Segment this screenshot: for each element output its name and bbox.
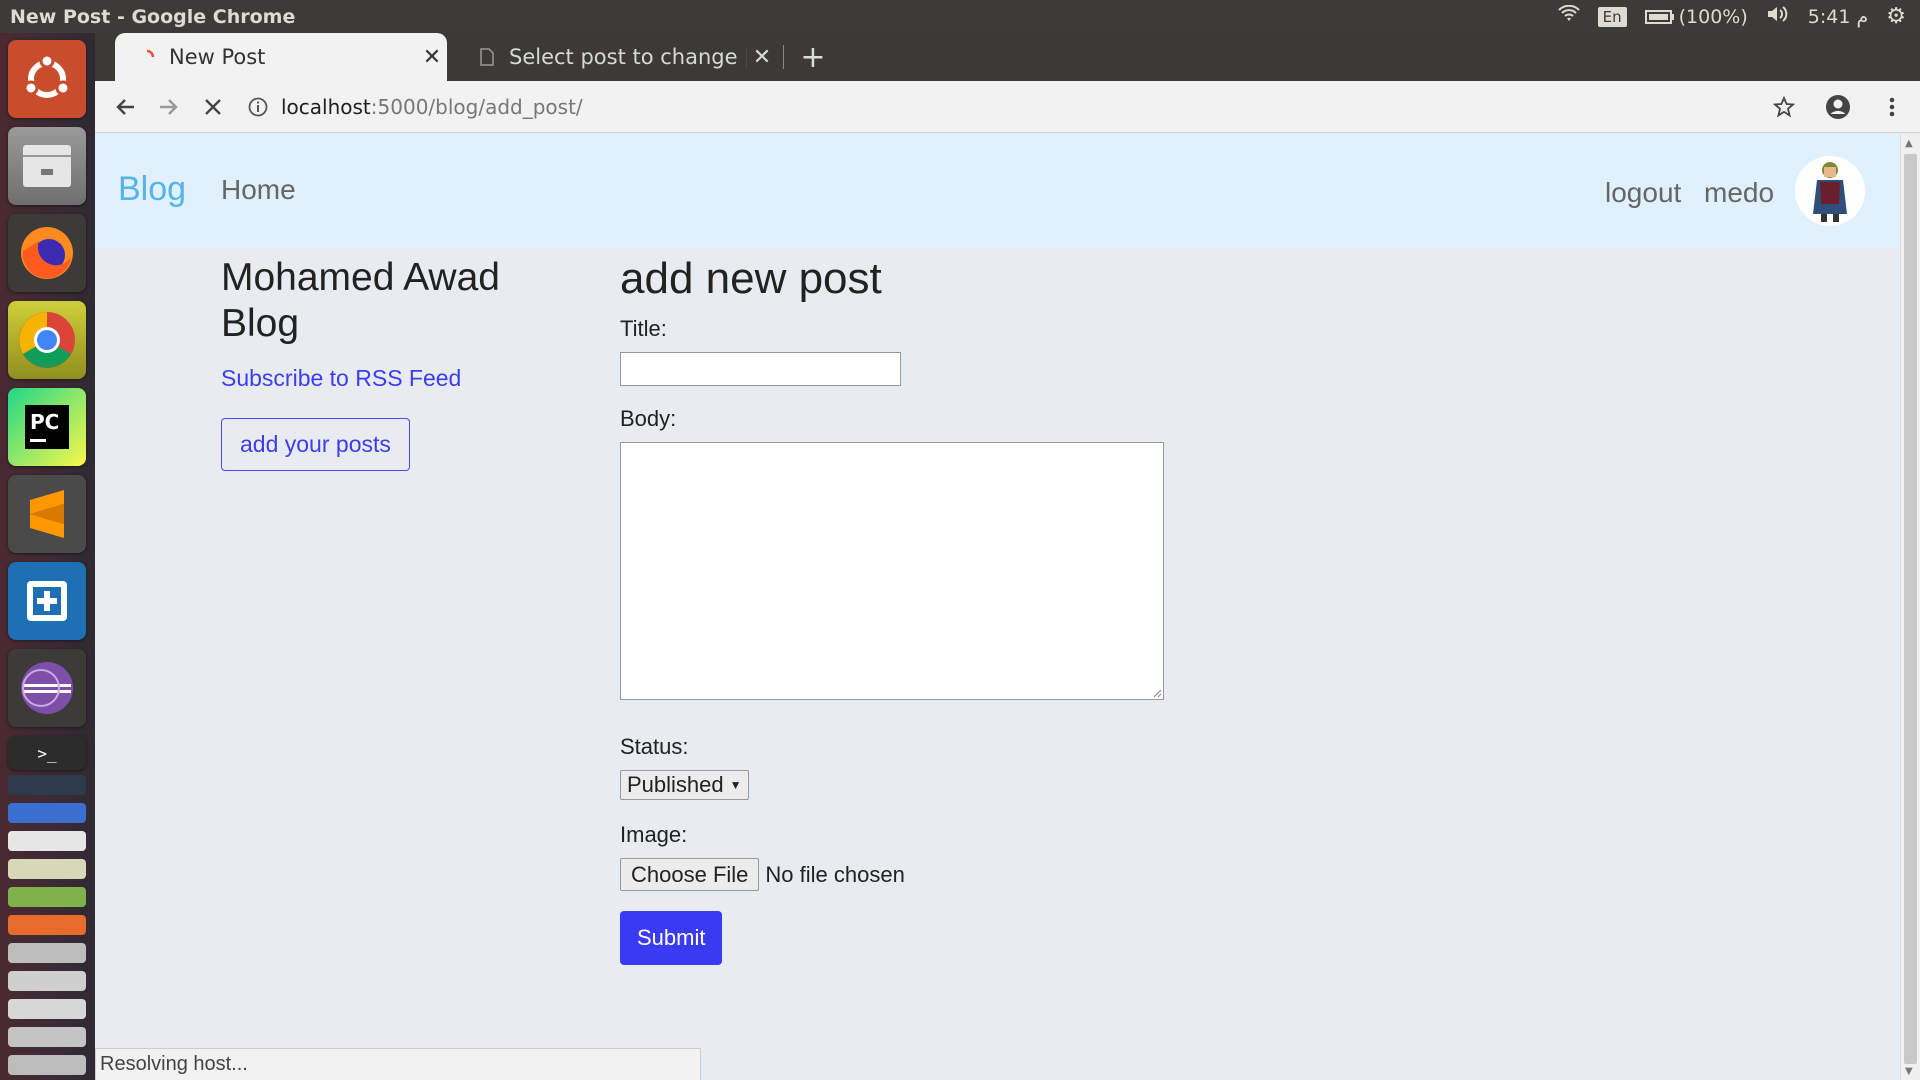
browser-status-bubble: Resolving host... [95, 1048, 701, 1080]
battery-icon [1644, 9, 1674, 24]
status-select[interactable]: Published ▼ [620, 770, 749, 800]
submit-button[interactable]: Submit [620, 911, 723, 965]
forward-arrow-icon [160, 98, 178, 115]
launcher-app-icon[interactable] [8, 859, 86, 879]
sidebar: Mohamed Awad Blog Subscribe to RSS Feed … [221, 248, 581, 471]
url-path: :5000/blog/add_post/ [370, 94, 583, 119]
tab-label: Select post to change | Dj [509, 45, 747, 69]
os-top-panel: New Post - Google Chrome En (100%) م 5:4… [0, 0, 1920, 33]
tab-label: New Post [169, 45, 266, 69]
close-tab-icon[interactable]: ✕ [747, 45, 777, 70]
close-icon [205, 98, 221, 115]
terminal-icon[interactable]: >_ [8, 736, 86, 770]
address-bar[interactable]: localhost:5000/blog/add_post/ [247, 87, 1762, 127]
launcher-app-icon[interactable] [8, 999, 86, 1019]
body-label: Body: [620, 406, 677, 431]
choose-file-button[interactable]: Choose File [620, 858, 760, 891]
url-host: localhost [281, 94, 371, 119]
keyboard-layout-indicator[interactable]: En [1597, 6, 1627, 27]
battery-indicator[interactable]: (100%) [1644, 5, 1748, 28]
stop-loading-button[interactable] [191, 85, 235, 129]
dropdown-arrow-icon: ▼ [729, 778, 742, 792]
pycharm-icon[interactable]: PC [8, 388, 86, 466]
scroll-up-arrow-icon[interactable]: ▲ [1905, 138, 1913, 149]
svg-text:PC: PC [30, 410, 59, 434]
tab-select-post[interactable]: Select post to change | Dj ✕ [455, 33, 777, 81]
launcher-app-icon[interactable] [8, 943, 86, 963]
eclipse-icon[interactable] [8, 649, 86, 727]
launcher-app-icon[interactable] [8, 887, 86, 907]
system-monitor-icon[interactable] [8, 775, 86, 795]
user-avatar[interactable] [1795, 156, 1865, 226]
body-textarea[interactable] [620, 442, 1164, 700]
new-tab-button[interactable]: + [795, 39, 831, 75]
image-file-input: Choose File No file chosen [620, 858, 1320, 891]
chrome-menu-icon[interactable] [1870, 85, 1914, 129]
toolbar-actions [1762, 85, 1920, 129]
ubuntu-launcher: PC >_ [0, 33, 95, 1080]
virtualbox-icon[interactable] [8, 562, 86, 640]
files-icon[interactable] [8, 127, 86, 205]
scroll-down-arrow-icon[interactable]: ▼ [1905, 1066, 1913, 1077]
system-tray: En (100%) م 5:41 ⚙ [1557, 4, 1920, 29]
rss-feed-link[interactable]: Subscribe to RSS Feed [221, 365, 581, 392]
close-tab-icon[interactable]: ✕ [417, 45, 447, 70]
resize-handle-icon[interactable] [1152, 688, 1162, 698]
info-icon[interactable] [247, 96, 269, 118]
page-viewport: Blog Home logout medo Mohamed Awad Blog … [95, 134, 1900, 1080]
launcher-app-icon[interactable] [8, 1027, 86, 1047]
amazon-icon[interactable] [8, 915, 86, 935]
browser-toolbar: localhost:5000/blog/add_post/ [95, 81, 1920, 133]
add-post-form: add new post Title: Body: Status: Publis… [620, 248, 1320, 965]
brand-link[interactable]: Blog [118, 170, 186, 209]
launcher-app-icon[interactable] [8, 803, 86, 823]
page-favicon-icon [477, 47, 497, 67]
bookmark-star-icon[interactable] [1762, 85, 1806, 129]
sublime-text-icon[interactable] [8, 475, 86, 553]
status-selected-value: Published [627, 772, 724, 797]
settings-gear-icon[interactable]: ⚙ [1886, 4, 1906, 29]
nav-home-link[interactable]: Home [221, 174, 296, 206]
firefox-icon[interactable] [8, 214, 86, 292]
tab-strip: New Post ✕ Select post to change | Dj ✕ … [95, 33, 1920, 81]
window-title: New Post - Google Chrome [10, 5, 296, 28]
scrollbar-thumb[interactable] [1904, 154, 1917, 1064]
blog-title: Mohamed Awad Blog [221, 256, 500, 345]
nav-username-link[interactable]: medo [1704, 177, 1774, 209]
file-status-text: No file chosen [765, 861, 905, 887]
title-label: Title: [620, 316, 667, 341]
image-label: Image: [620, 822, 688, 847]
page-scrollbar[interactable]: ▲ ▼ [1900, 134, 1920, 1080]
back-arrow-icon [116, 98, 134, 115]
avatar-character-icon [1813, 162, 1847, 222]
clock[interactable]: م 5:41 [1808, 6, 1868, 28]
forward-button[interactable] [147, 85, 191, 129]
tab-new-post[interactable]: New Post ✕ [115, 33, 447, 81]
battery-percent: (100%) [1678, 5, 1748, 28]
launcher-app-icon[interactable] [8, 971, 86, 991]
launcher-app-icon[interactable] [8, 831, 86, 851]
nav-logout-link[interactable]: logout [1605, 177, 1681, 209]
tab-divider [783, 45, 784, 69]
chrome-icon[interactable] [8, 301, 86, 379]
wifi-icon[interactable] [1557, 4, 1580, 28]
title-input[interactable] [620, 352, 901, 386]
volume-icon[interactable] [1766, 5, 1790, 28]
site-navbar: Blog Home logout medo [95, 134, 1900, 248]
profile-account-icon[interactable] [1816, 85, 1860, 129]
status-label: Status: [620, 734, 689, 759]
ubuntu-dash-icon[interactable] [8, 40, 86, 118]
trash-icon[interactable] [8, 1055, 86, 1075]
loading-favicon-icon [137, 47, 157, 67]
page-heading: add new post [620, 254, 882, 303]
back-button[interactable] [103, 85, 147, 129]
add-your-posts-button[interactable]: add your posts [221, 418, 410, 471]
